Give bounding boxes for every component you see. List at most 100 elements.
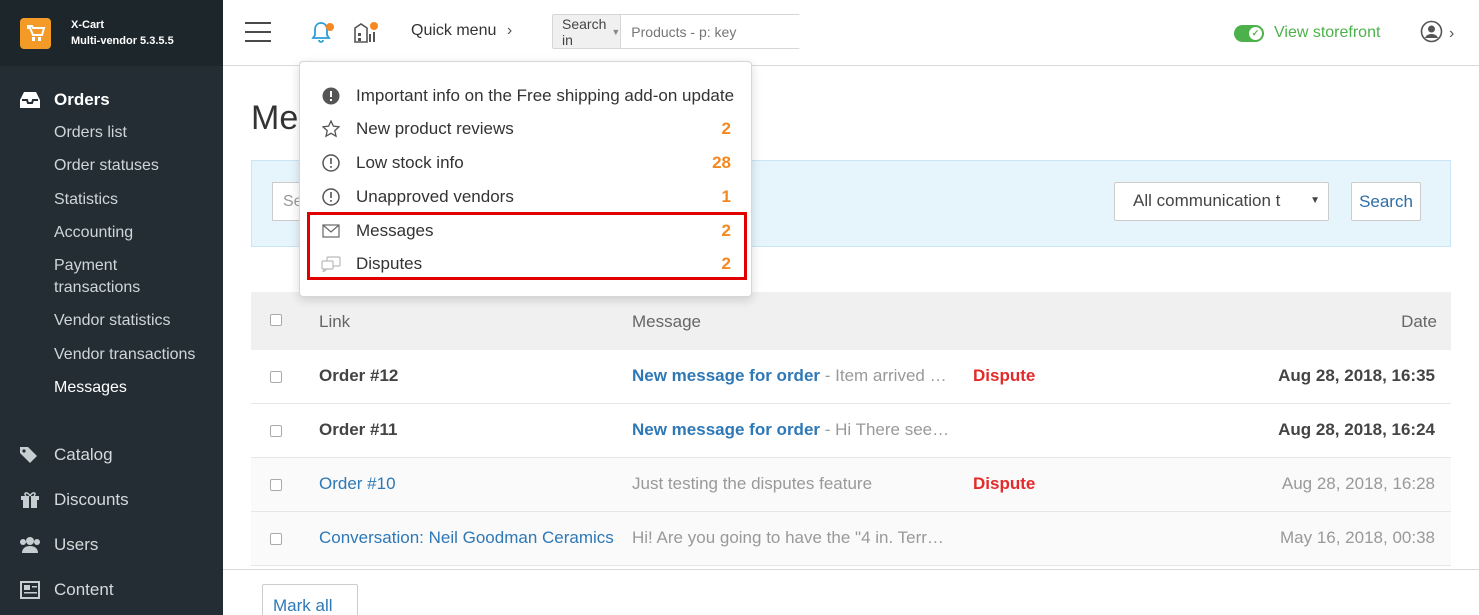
gift-icon xyxy=(0,491,54,509)
brand-version: Multi-vendor 5.3.5.5 xyxy=(71,35,174,47)
quick-menu-label: Quick menu xyxy=(411,22,497,39)
newspaper-icon xyxy=(0,581,54,599)
page-title: Me xyxy=(251,99,299,137)
row-checkbox[interactable] xyxy=(270,371,282,383)
table-row[interactable]: Order #11 New message for order - Hi The… xyxy=(251,404,1451,458)
top-bar: Quick menu › Search in ▼ ✓ View storefro… xyxy=(223,0,1479,66)
row-checkbox[interactable] xyxy=(270,479,282,491)
row-message[interactable]: New message for order - Hi There see… xyxy=(632,420,949,440)
sidebar-item-content[interactable]: Content xyxy=(0,578,223,602)
notification-count: 1 xyxy=(721,187,731,206)
row-link[interactable]: Conversation: Neil Goodman Ceramics xyxy=(319,528,614,548)
notifications-bell-icon[interactable] xyxy=(309,20,334,49)
search-in-select[interactable]: Search in ▼ xyxy=(553,15,622,48)
sidebar-sub-vendor-statistics[interactable]: Vendor statistics xyxy=(0,310,223,344)
notification-item-low-stock[interactable]: Low stock info 28 xyxy=(300,148,753,178)
check-icon: ✓ xyxy=(1249,26,1262,40)
brand-name: X-Cart xyxy=(71,19,105,31)
communication-type-value: All communication t xyxy=(1133,191,1281,210)
view-storefront-link[interactable]: ✓ View storefront xyxy=(1234,24,1380,42)
row-checkbox[interactable] xyxy=(270,425,282,437)
quick-menu-button[interactable]: Quick menu › xyxy=(411,22,512,40)
notification-label: Low stock info xyxy=(356,153,464,172)
sidebar-item-label: Discounts xyxy=(54,490,129,509)
notification-count: 28 xyxy=(712,153,731,172)
user-avatar-icon xyxy=(1420,20,1443,48)
column-header-message: Message xyxy=(632,312,701,331)
row-date: Aug 28, 2018, 16:28 xyxy=(1281,474,1435,493)
inbox-icon xyxy=(0,91,54,109)
row-message[interactable]: Hi! Are you going to have the "4 in. Ter… xyxy=(632,528,944,548)
search-button[interactable]: Search xyxy=(1351,182,1421,221)
message-title: New message for order xyxy=(632,366,821,385)
notification-dot xyxy=(370,22,378,30)
sidebar-item-label: Content xyxy=(54,580,114,599)
communication-type-select[interactable]: All communication t ▼ xyxy=(1114,182,1329,221)
exclamation-circle-icon xyxy=(300,154,356,172)
sidebar-item-catalog[interactable]: Catalog xyxy=(0,443,223,467)
sidebar-sub-statistics[interactable]: Statistics xyxy=(0,189,223,222)
sidebar-item-orders[interactable]: Orders xyxy=(0,88,223,112)
mark-all-button[interactable]: Mark all ▲ xyxy=(262,584,358,615)
sidebar-item-label: Catalog xyxy=(54,445,113,464)
sidebar-item-discounts[interactable]: Discounts xyxy=(0,488,223,512)
table-row[interactable]: Order #10 Just testing the disputes feat… xyxy=(251,458,1451,512)
column-header-link: Link xyxy=(319,312,351,331)
user-menu[interactable]: › xyxy=(1420,20,1454,48)
highlight-box xyxy=(307,212,747,280)
row-checkbox[interactable] xyxy=(270,533,282,545)
notification-item-free-shipping[interactable]: Important info on the Free shipping add-… xyxy=(300,81,753,111)
message-preview: - Item arrived … xyxy=(820,366,947,385)
sidebar-item-users[interactable]: Users xyxy=(0,533,223,557)
global-search: Search in ▼ xyxy=(552,14,813,49)
table-row[interactable]: Order #12 New message for order - Item a… xyxy=(251,350,1451,404)
brand[interactable]: X-Cart Multi-vendor 5.3.5.5 xyxy=(0,0,223,66)
message-title: New message for order xyxy=(632,420,821,439)
sidebar-item-label: Users xyxy=(54,535,99,554)
notification-label: Unapproved vendors xyxy=(356,187,514,206)
xcart-logo-icon xyxy=(20,17,51,49)
table-header: Link Message Date xyxy=(251,292,1451,350)
users-icon xyxy=(0,536,54,554)
storefront-toggle[interactable]: ✓ xyxy=(1234,24,1264,42)
sidebar-sub-orders-list[interactable]: Orders list xyxy=(0,122,223,155)
row-message[interactable]: Just testing the disputes feature xyxy=(632,474,872,494)
row-link: Order #12 xyxy=(319,366,399,385)
dispute-badge: Dispute xyxy=(973,474,1036,493)
chevron-right-icon: › xyxy=(1449,25,1455,42)
sidebar-sub-order-statuses[interactable]: Order statuses xyxy=(0,155,223,189)
row-date: Aug 28, 2018, 16:24 xyxy=(1278,420,1435,439)
exclamation-circle-icon xyxy=(300,188,356,206)
row-message[interactable]: New message for order - Item arrived … xyxy=(632,366,947,386)
exclamation-filled-icon xyxy=(300,87,356,105)
bottom-action-bar: Mark all ▲ xyxy=(223,569,1479,615)
notification-label: New product reviews xyxy=(356,119,514,138)
sidebar-sub-messages[interactable]: Messages xyxy=(0,377,223,410)
table-row[interactable]: Conversation: Neil Goodman Ceramics Hi! … xyxy=(251,512,1451,566)
notification-item-unapproved-vendors[interactable]: Unapproved vendors 1 xyxy=(300,182,753,212)
notification-item-reviews[interactable]: New product reviews 2 xyxy=(300,114,753,144)
messages-table: Link Message Date Order #12 New message … xyxy=(251,292,1451,566)
notification-count: 2 xyxy=(721,119,731,138)
mark-all-label: Mark all xyxy=(273,596,333,615)
hamburger-menu-icon[interactable] xyxy=(245,22,271,42)
sidebar-sub-vendor-transactions[interactable]: Vendor transactions xyxy=(0,344,223,377)
sidebar-sub-payment-transactions[interactable]: Payment transactions xyxy=(0,255,150,310)
sidebar-item-label: Orders xyxy=(54,90,110,109)
search-in-label: Search in xyxy=(562,15,607,48)
message-preview: - Hi There see… xyxy=(820,420,950,439)
row-link: Order #11 xyxy=(319,420,398,439)
sidebar-sub-accounting[interactable]: Accounting xyxy=(0,222,223,255)
row-link[interactable]: Order #10 xyxy=(319,474,396,494)
view-storefront-label: View storefront xyxy=(1274,24,1381,41)
notification-label: Important info on the Free shipping add-… xyxy=(356,86,735,105)
row-date: May 16, 2018, 00:38 xyxy=(1279,528,1435,547)
caret-down-icon: ▼ xyxy=(611,26,621,37)
tags-icon xyxy=(0,446,54,464)
column-header-date[interactable]: Date xyxy=(1401,312,1437,332)
warehouse-icon[interactable] xyxy=(353,20,379,51)
select-all-checkbox[interactable] xyxy=(270,314,282,326)
search-input[interactable] xyxy=(621,15,813,48)
caret-down-icon: ▼ xyxy=(1310,195,1320,206)
notification-dot xyxy=(326,23,334,31)
